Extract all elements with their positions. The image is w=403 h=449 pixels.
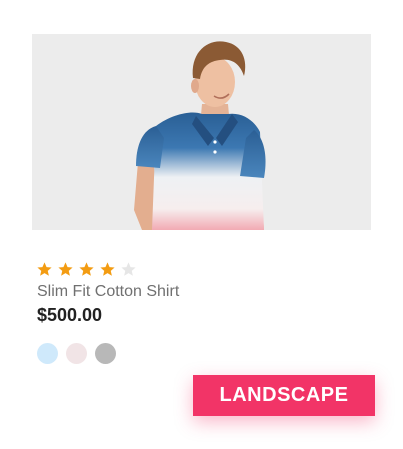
swatch-light-blue[interactable] (37, 343, 58, 364)
star-icon-filled (37, 262, 52, 276)
star-icon-empty (121, 262, 136, 276)
star-icon-filled (58, 262, 73, 276)
swatch-light-pink[interactable] (66, 343, 87, 364)
rating-stars (36, 261, 137, 279)
landscape-button[interactable]: LANDSCAPE (193, 375, 375, 416)
product-image[interactable] (32, 34, 371, 230)
color-swatches (37, 343, 116, 364)
product-card: Slim Fit Cotton Shirt $500.00 LANDSCAPE (0, 0, 403, 449)
swatch-gray[interactable] (95, 343, 116, 364)
star-icon-filled (100, 262, 115, 276)
star-icon-filled (79, 262, 94, 276)
product-price: $500.00 (37, 305, 103, 325)
product-title[interactable]: Slim Fit Cotton Shirt (37, 283, 179, 301)
